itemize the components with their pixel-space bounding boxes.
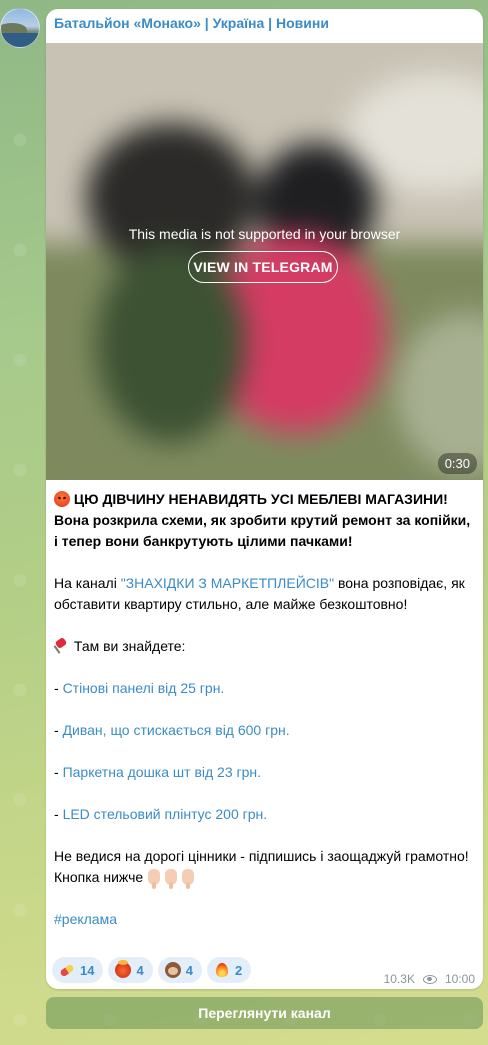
product-link[interactable]: Паркетна дошка шт від 23 грн.	[63, 764, 261, 780]
list-item: - LED стельовий плінтус 200 грн.	[54, 804, 474, 825]
view-channel-button[interactable]: Переглянути канал	[46, 997, 483, 1029]
reaction-pill[interactable]: 14	[52, 957, 104, 983]
post-headline-paragraph: ЦЮ ДІВЧИНУ НЕНАВИДЯТЬ УСІ МЕБЛЕВІ МАГАЗИ…	[54, 489, 474, 552]
reaction-fire[interactable]: 2	[206, 957, 252, 983]
item-dash: -	[54, 680, 63, 696]
intro-prefix: На каналі	[54, 575, 121, 591]
pill-icon	[59, 962, 75, 978]
product-link[interactable]: Диван, що стискається від 600 грн.	[63, 722, 290, 738]
unsupported-media-text: This media is not supported in your brow…	[128, 226, 401, 242]
list-item: - Диван, що стискається від 600 грн.	[54, 720, 474, 741]
post-outro-line2: Кнопка нижче	[54, 869, 144, 885]
pushpin-icon	[54, 639, 68, 653]
find-heading-paragraph: Там ви знайдете:	[54, 636, 474, 657]
product-link[interactable]: LED стельовий плінтус 200 грн.	[63, 806, 268, 822]
see-no-evil-monkey-icon	[164, 962, 181, 978]
exploding-head-icon	[115, 960, 132, 978]
channel-name[interactable]: Батальйон «Монако» | Україна | Новини	[54, 15, 329, 31]
pointing-down-icon	[148, 869, 161, 889]
post-headline: ЦЮ ДІВЧИНУ НЕНАВИДЯТЬ УСІ МЕБЛЕВІ МАГАЗИ…	[54, 491, 471, 549]
avatar-sea	[1, 33, 39, 47]
angry-face-icon	[54, 491, 70, 507]
item-dash: -	[54, 722, 63, 738]
find-heading: Там ви знайдете:	[73, 638, 186, 654]
video-media[interactable]: This media is not supported in your brow…	[46, 43, 483, 480]
list-item: - Стінові панелі від 25 грн.	[54, 678, 474, 699]
product-link[interactable]: Стінові панелі від 25 грн.	[63, 680, 225, 696]
reaction-count: 4	[136, 962, 144, 978]
eye-icon	[422, 974, 437, 984]
view-count: 10.3K	[383, 972, 415, 986]
reaction-count: 2	[234, 962, 243, 978]
reaction-monkey[interactable]: 4	[157, 957, 202, 983]
message-meta: 10.3K 10:00	[384, 972, 475, 986]
post-outro-line1: Не ведися на дорогі цінники - підпишись …	[54, 848, 469, 864]
reaction-count: 14	[80, 962, 95, 978]
reactions-bar: 14 4 4 2	[52, 957, 252, 983]
reaction-count: 4	[185, 962, 193, 978]
list-item: - Паркетна дошка шт від 23 грн.	[54, 762, 474, 783]
view-in-telegram-button[interactable]: VIEW IN TELEGRAM	[188, 251, 338, 283]
fire-icon	[214, 962, 230, 978]
video-duration: 0:30	[437, 453, 477, 474]
channel-avatar[interactable]	[0, 8, 40, 48]
channel-link[interactable]: "ЗНАХІДКИ З МАРКЕТПЛЕЙСІВ"	[121, 575, 334, 591]
item-dash: -	[54, 806, 63, 822]
post-outro-line2-paragraph: Кнопка нижче	[54, 867, 474, 889]
message-time: 10:00	[444, 972, 475, 986]
hashtag-link[interactable]: #реклама	[54, 911, 117, 927]
reaction-exploding-head[interactable]: 4	[108, 957, 153, 983]
post-text: ЦЮ ДІВЧИНУ НЕНАВИДЯТЬ УСІ МЕБЛЕВІ МАГАЗИ…	[54, 489, 474, 930]
message-bubble: Батальйон «Монако» | Україна | Новини Th…	[46, 9, 483, 989]
post-intro: На каналі "ЗНАХІДКИ З МАРКЕТПЛЕЙСІВ" вон…	[54, 573, 474, 615]
pointing-down-icon	[182, 869, 195, 889]
pointing-down-icon	[165, 869, 178, 889]
item-dash: -	[54, 764, 63, 780]
